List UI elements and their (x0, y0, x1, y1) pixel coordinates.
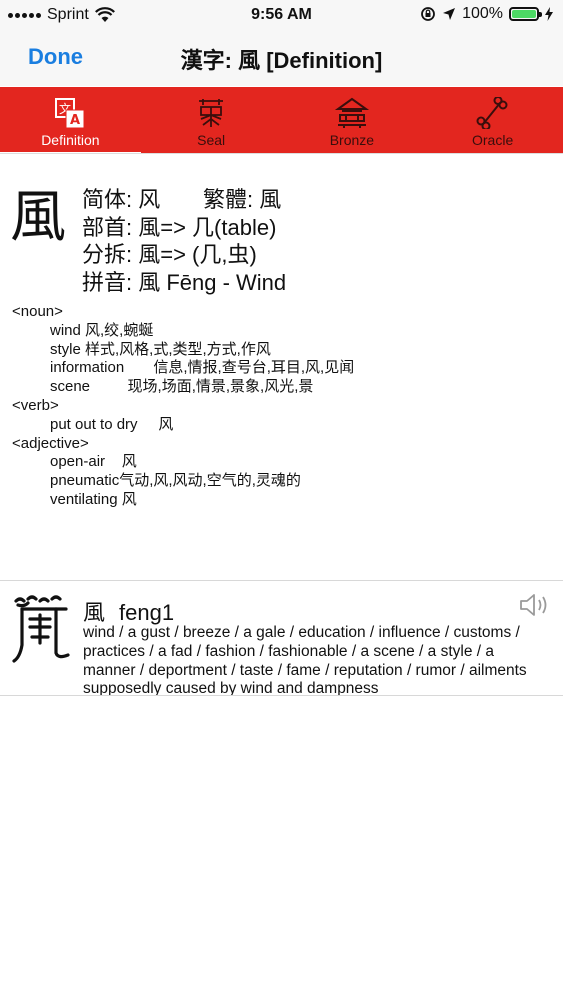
tab-seal[interactable]: Seal (141, 87, 282, 153)
simplified-traditional-line: 简体: 风 繁體: 風 (82, 187, 282, 212)
dictionary-headword: 風 feng1 (83, 595, 174, 627)
seal-script-icon (198, 99, 223, 127)
definition-sense: put out to dry 风 (50, 415, 174, 433)
tab-definition[interactable]: 文 A Definition (0, 87, 141, 156)
translate-icon: 文 A (55, 98, 85, 129)
status-bar: Sprint 9:56 AM 100% (0, 0, 563, 30)
decomposition-line: 分拆: 風=> (几,虫) (82, 242, 257, 267)
part-of-speech: <adjective> (12, 434, 89, 452)
oracle-bone-icon (476, 97, 508, 129)
svg-text:A: A (70, 113, 80, 128)
battery-icon (509, 7, 542, 21)
tab-oracle-label: Oracle (472, 132, 514, 148)
definition-list: <noun> wind 风,绞,蜿蜒 style 样式,风格,式,类型,方式,作风 i… (12, 303, 354, 510)
definition-sense: scene 现场,场面,情景,景象,风光,景 (50, 378, 314, 396)
definition-sense: wind 风,绞,蜿蜒 (50, 321, 154, 339)
tab-bronze[interactable]: Bronze (282, 87, 423, 153)
definition-sense: open-air 风 (50, 453, 137, 471)
part-of-speech: <verb> (12, 396, 59, 414)
tab-seal-label: Seal (197, 132, 226, 148)
definition-sense: pneumatic气动,风,风动,空气的,灵魂的 (50, 472, 301, 490)
definition-sense: ventilating 风 (50, 490, 137, 508)
script-tab-bar: 文 A Definition Seal Bronze Oracle (0, 87, 563, 156)
definition-sense: information 信息,情报,查号台,耳目,风,见闻 (50, 359, 355, 377)
dictionary-pinyin: feng1 (119, 600, 175, 625)
bronze-script-icon (334, 97, 369, 128)
radical-line: 部首: 風=> 几(table) (82, 214, 277, 240)
status-right: 100% (420, 5, 553, 23)
battery-percent: 100% (462, 5, 503, 22)
card-divider (0, 695, 563, 696)
dictionary-entry-card[interactable]: 風 feng1 wind / a gust / breeze / a gale /… (0, 581, 563, 695)
tab-oracle[interactable]: Oracle (422, 87, 563, 153)
seal-script-glyph-image (12, 595, 70, 663)
page-title: 漢字: 風 [Definition] (180, 48, 383, 73)
tab-separator (0, 153, 563, 154)
character-glyph: 風 (10, 185, 66, 250)
character-summary: 简体: 风 繁體: 風部首: 風=> 几(table) 分拆: 風=> (几,虫)… (82, 186, 286, 296)
charging-bolt-icon (545, 7, 553, 21)
speaker-icon[interactable] (519, 593, 551, 617)
definition-sense: style 样式,风格,式,类型,方式,作风 (50, 340, 271, 358)
location-arrow-icon (443, 8, 456, 20)
tab-definition-label: Definition (41, 132, 100, 148)
rotation-lock-icon (421, 7, 435, 21)
pinyin-line: 拼音: 風 Fēng - Wind (82, 269, 287, 295)
dictionary-meaning: wind / a gust / breeze / a gale / educat… (83, 624, 527, 695)
tab-bronze-label: Bronze (329, 132, 375, 148)
navigation-bar: Done 漢字: 風 [Definition] (0, 30, 563, 86)
dictionary-char: 風 (83, 600, 106, 625)
part-of-speech: <noun> (12, 303, 63, 320)
